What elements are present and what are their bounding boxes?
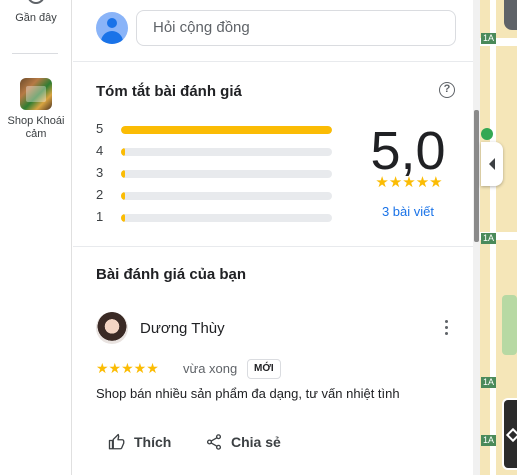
collapse-arrow-icon (489, 158, 495, 170)
rating-row-label: 1 (96, 209, 104, 224)
share-icon (206, 434, 222, 450)
rating-bar-track (121, 126, 332, 134)
rail-divider (12, 53, 58, 54)
review-time: vừa xong (183, 361, 238, 376)
help-icon[interactable]: ? (439, 82, 455, 98)
layers-icon (505, 427, 517, 443)
rating-bar-fill (121, 148, 125, 156)
shop-label: Shop Khoái cảm (0, 115, 72, 141)
reviewer-name[interactable]: Dương Thùy (140, 320, 225, 337)
rating-bar-fill (121, 214, 125, 222)
review-stars: ★★★★★ (96, 360, 159, 376)
left-rail: Gần đây Shop Khoái cảm (0, 0, 72, 475)
thumb-up-icon (108, 433, 125, 450)
person-icon (96, 12, 128, 44)
panel-scrollbar[interactable] (473, 0, 480, 475)
review-summary-title: Tóm tắt bài đánh giá (96, 83, 242, 100)
rating-row-4[interactable]: 4 (96, 144, 336, 158)
like-label: Thích (134, 434, 172, 450)
recent-label: Gần đây (15, 12, 57, 24)
rating-row-1[interactable]: 1 (96, 210, 336, 224)
map-pin-icon[interactable] (504, 0, 517, 30)
rating-row-2[interactable]: 2 (96, 188, 336, 202)
your-review-title: Bài đánh giá của bạn (96, 266, 247, 283)
map-marker-icon[interactable] (481, 128, 493, 140)
more-vert-icon[interactable] (445, 320, 449, 336)
layers-button[interactable] (502, 398, 517, 470)
map-road-label: 1A (481, 33, 497, 44)
rating-row-3[interactable]: 3 (96, 166, 336, 180)
ask-community-input[interactable]: Hỏi cộng đồng (136, 10, 456, 46)
like-button[interactable]: Thích (108, 430, 171, 454)
new-badge: MỚI (247, 359, 281, 379)
share-label: Chia sẻ (231, 434, 281, 450)
review-text: Shop bán nhiều sản phẩm đa dạng, tư vấn … (96, 386, 400, 401)
avatar[interactable] (96, 312, 128, 344)
place-panel: Hỏi cộng đồng Tóm tắt bài đánh giá ? 5 4… (73, 0, 473, 475)
rating-bar-fill (121, 170, 125, 178)
collapse-panel-button[interactable] (481, 142, 503, 186)
rating-bar-track (121, 192, 332, 200)
rating-bar-fill (121, 192, 125, 200)
average-score: 5,0 (370, 121, 446, 181)
rating-bar-track (121, 214, 332, 222)
rating-row-5[interactable]: 5 (96, 122, 336, 136)
rating-row-label: 5 (96, 121, 104, 136)
map-park (502, 295, 517, 355)
review-count-link[interactable]: 3 bài viết (363, 204, 453, 219)
share-button[interactable]: Chia sẻ (205, 430, 281, 454)
clock-icon (27, 0, 45, 4)
map-road-label: 1A (481, 233, 497, 244)
shop-thumbnail (20, 78, 52, 110)
map-road-label: 1A (481, 377, 497, 388)
recent-button[interactable]: Gần đây (0, 0, 72, 30)
shop-label-line2: cảm (25, 128, 47, 140)
average-stars: ★★★★★ (375, 174, 443, 191)
rating-row-label: 3 (96, 165, 104, 180)
shop-label-line1: Shop Khoái (7, 115, 65, 127)
community-section: Hỏi cộng đồng (73, 0, 473, 62)
scrollbar-thumb[interactable] (474, 110, 479, 242)
section-divider (73, 246, 473, 247)
rating-bar-track (121, 170, 332, 178)
rating-bar-track (121, 148, 332, 156)
map-road-label: 1A (481, 435, 497, 446)
rating-row-label: 4 (96, 143, 104, 158)
rating-row-label: 2 (96, 187, 104, 202)
rating-bar-fill (121, 126, 332, 134)
